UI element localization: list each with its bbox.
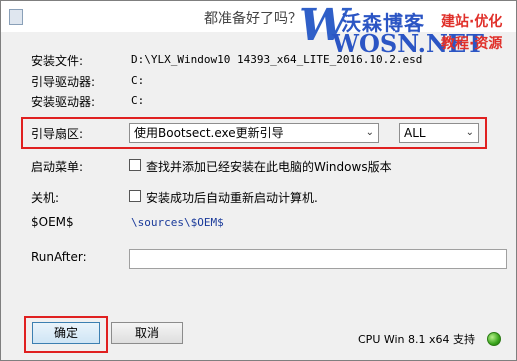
dialog-window: 都准备好了吗？ W 沃森博客 WOSN.NET 建站·优化 教程·资源 安装文件…	[0, 0, 517, 361]
boot-menu-checkbox[interactable]	[129, 159, 141, 171]
restart-checkbox[interactable]	[129, 190, 141, 202]
chevron-down-icon: ⌄	[465, 127, 474, 138]
install-drive-label: 安装驱动器:	[31, 95, 96, 109]
install-file-value: D:\YLX_Window10 14393_x64_LITE_2016.10.2…	[131, 53, 423, 66]
chevron-down-icon: ⌄	[365, 127, 374, 138]
app-icon	[9, 9, 23, 25]
restart-checkbox-label: 安装成功后自动重新启动计算机.	[146, 191, 318, 205]
watermark-tag-2: 教程·资源	[441, 36, 503, 52]
runafter-label: RunAfter:	[31, 250, 87, 264]
title-bar: 都准备好了吗？	[1, 1, 516, 32]
cpu-support-status: CPU Win 8.1 x64 支持	[358, 333, 476, 346]
install-file-label: 安装文件:	[31, 54, 84, 68]
oem-label: $OEM$	[31, 215, 74, 229]
ok-button[interactable]: 确定	[32, 322, 100, 344]
boot-menu-label: 启动菜单:	[31, 160, 84, 174]
runafter-input[interactable]	[129, 249, 507, 269]
shutdown-label: 关机:	[31, 191, 60, 205]
boot-drive-label: 引导驱动器:	[31, 75, 96, 89]
boot-drive-value: C:	[131, 74, 145, 87]
boot-sector-label: 引导扇区:	[31, 127, 84, 141]
boot-scope-value: ALL	[404, 126, 426, 140]
boot-menu-checkbox-label: 查找并添加已经安装在此电脑的Windows版本	[146, 160, 392, 174]
status-ok-icon	[487, 332, 501, 346]
window-title: 都准备好了吗？	[204, 11, 302, 27]
cancel-button[interactable]: 取消	[111, 322, 183, 344]
boot-method-value: 使用Bootsect.exe更新引导	[134, 126, 284, 140]
install-drive-value: C:	[131, 94, 145, 107]
oem-path-link[interactable]: \sources\$OEM$	[131, 216, 224, 229]
watermark-tag-1: 建站·优化	[441, 14, 503, 30]
boot-scope-select[interactable]: ALL ⌄	[399, 123, 479, 143]
boot-method-select[interactable]: 使用Bootsect.exe更新引导 ⌄	[129, 123, 379, 143]
